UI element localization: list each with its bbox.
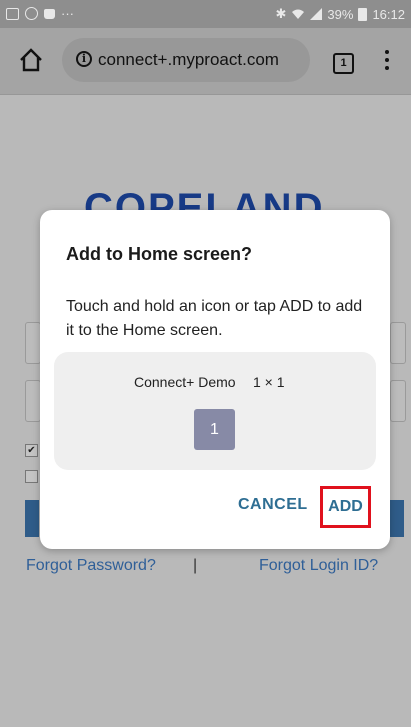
more-icon: ··· — [61, 6, 74, 21]
status-bar: ··· ✱ 39% 16:12 — [0, 0, 411, 28]
cancel-button[interactable]: CANCEL — [238, 496, 308, 514]
shortcut-name: Connect+ Demo — [134, 374, 236, 390]
link-separator: | — [193, 557, 198, 574]
dialog-title: Add to Home screen? — [66, 244, 253, 264]
username-field-right[interactable] — [390, 322, 406, 364]
login-button[interactable] — [25, 500, 39, 537]
clock: 16:12 — [372, 6, 405, 22]
remember-checkbox[interactable]: ✔ — [25, 444, 38, 457]
status-right-icons: ✱ 39% 16:12 — [276, 6, 405, 22]
dialog-message: Touch and hold an icon or tap ADD to add… — [66, 298, 363, 339]
status-left-icons: ··· — [6, 6, 74, 21]
address-bar[interactable]: i connect+.myproact.com — [62, 38, 310, 82]
second-checkbox[interactable] — [25, 470, 38, 483]
signal-icon — [310, 8, 323, 20]
password-field-right[interactable] — [390, 380, 406, 422]
username-field[interactable] — [25, 322, 41, 364]
bag-icon — [44, 8, 55, 19]
shortcut-app-icon[interactable]: 1 — [194, 409, 235, 450]
url-text: connect+.myproact.com — [98, 50, 279, 69]
info-icon[interactable]: i — [76, 51, 92, 67]
battery-level: 39% — [327, 6, 354, 22]
password-field[interactable] — [25, 380, 41, 422]
bluetooth-icon: ✱ — [275, 6, 287, 21]
shortcut-size: 1 × 1 — [253, 374, 285, 390]
more-menu-icon[interactable] — [381, 50, 393, 74]
home-icon[interactable] — [18, 47, 44, 73]
tab-switcher-button[interactable]: 1 — [333, 53, 354, 74]
login-button-right[interactable] — [390, 500, 404, 537]
blocked-icon — [25, 7, 38, 20]
forgot-password-link[interactable]: Forgot Password? — [26, 557, 156, 575]
add-to-home-dialog: Add to Home screen? Touch and hold an ic… — [40, 210, 390, 549]
battery-icon — [358, 7, 368, 21]
add-button[interactable]: ADD — [320, 486, 371, 528]
browser-toolbar: i connect+.myproact.com 1 — [0, 28, 411, 95]
shortcut-preview: Connect+ Demo 1 × 1 1 — [54, 352, 376, 470]
image-icon — [6, 7, 19, 20]
wifi-icon — [292, 9, 305, 19]
forgot-login-link[interactable]: Forgot Login ID? — [259, 557, 378, 575]
